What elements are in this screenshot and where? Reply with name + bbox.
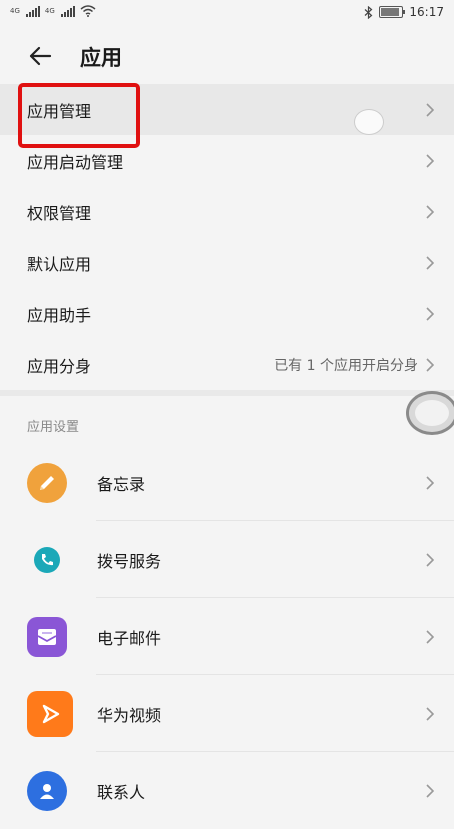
assistive-touch-button[interactable] (406, 391, 454, 435)
app-header: 应用 (0, 26, 454, 86)
status-right: 16:17 (364, 5, 444, 19)
menu-item-app-management[interactable]: 应用管理 (0, 84, 454, 135)
menu-item-app-assistant[interactable]: 应用助手 (0, 288, 454, 339)
chevron-right-icon (426, 357, 434, 372)
chevron-right-icon (426, 706, 434, 721)
menu-item-label: 权限管理 (27, 203, 92, 223)
notepad-icon (27, 462, 67, 503)
app-item-huawei-video[interactable]: 华为视频 (0, 675, 454, 752)
app-item-label: 备忘录 (97, 474, 146, 494)
app-twin-status: 已有 1 个应用开启分身 (274, 357, 418, 374)
menu-item-app-twin[interactable]: 应用分身 已有 1 个应用开启分身 (0, 339, 454, 390)
status-bar: 4G 4G 16:17 (0, 0, 454, 26)
video-play-icon (27, 690, 73, 737)
chevron-right-icon (426, 783, 434, 798)
section-divider (0, 390, 454, 396)
contact-icon (27, 770, 67, 811)
chevron-right-icon (426, 204, 434, 219)
phone-icon (27, 540, 67, 580)
app-item-contacts[interactable]: 联系人 (0, 752, 454, 829)
chevron-right-icon (426, 629, 434, 644)
back-arrow-icon[interactable] (26, 41, 56, 71)
app-item-label: 电子邮件 (97, 628, 162, 648)
settings-menu: 应用管理 应用启动管理 权限管理 默认应用 应用助手 应用分身 已有 1 个应用… (0, 84, 454, 390)
wifi-icon (80, 5, 96, 17)
menu-item-label: 应用助手 (27, 305, 92, 325)
app-item-dialer[interactable]: 拨号服务 (0, 521, 454, 598)
touch-indicator (354, 109, 384, 135)
signal-group: 4G 4G (10, 5, 96, 17)
chevron-right-icon (426, 475, 434, 490)
app-item-label: 拨号服务 (97, 551, 162, 571)
chevron-right-icon (426, 306, 434, 321)
menu-item-default-apps[interactable]: 默认应用 (0, 237, 454, 288)
menu-item-label: 默认应用 (27, 254, 92, 274)
chevron-right-icon (426, 153, 434, 168)
chevron-right-icon (426, 552, 434, 567)
status-time: 16:17 (409, 5, 444, 19)
menu-item-label: 应用启动管理 (27, 152, 124, 172)
page-title: 应用 (80, 46, 122, 70)
menu-item-permission-management[interactable]: 权限管理 (0, 186, 454, 237)
battery-icon (379, 6, 406, 18)
network-type-2: 4G (44, 7, 55, 15)
menu-item-label: 应用分身 (27, 356, 92, 376)
app-item-label: 华为视频 (97, 705, 162, 725)
signal-icon (25, 5, 40, 17)
signal-icon (60, 5, 75, 17)
app-item-notepad[interactable]: 备忘录 (0, 444, 454, 521)
bluetooth-icon (364, 5, 373, 19)
section-title: 应用设置 (27, 420, 80, 435)
chevron-right-icon (426, 102, 434, 117)
app-item-label: 联系人 (97, 782, 146, 802)
mail-icon (27, 616, 67, 657)
network-type-1: 4G (10, 7, 20, 15)
menu-item-app-launch-management[interactable]: 应用启动管理 (0, 135, 454, 186)
app-item-email[interactable]: 电子邮件 (0, 598, 454, 675)
chevron-right-icon (426, 255, 434, 270)
